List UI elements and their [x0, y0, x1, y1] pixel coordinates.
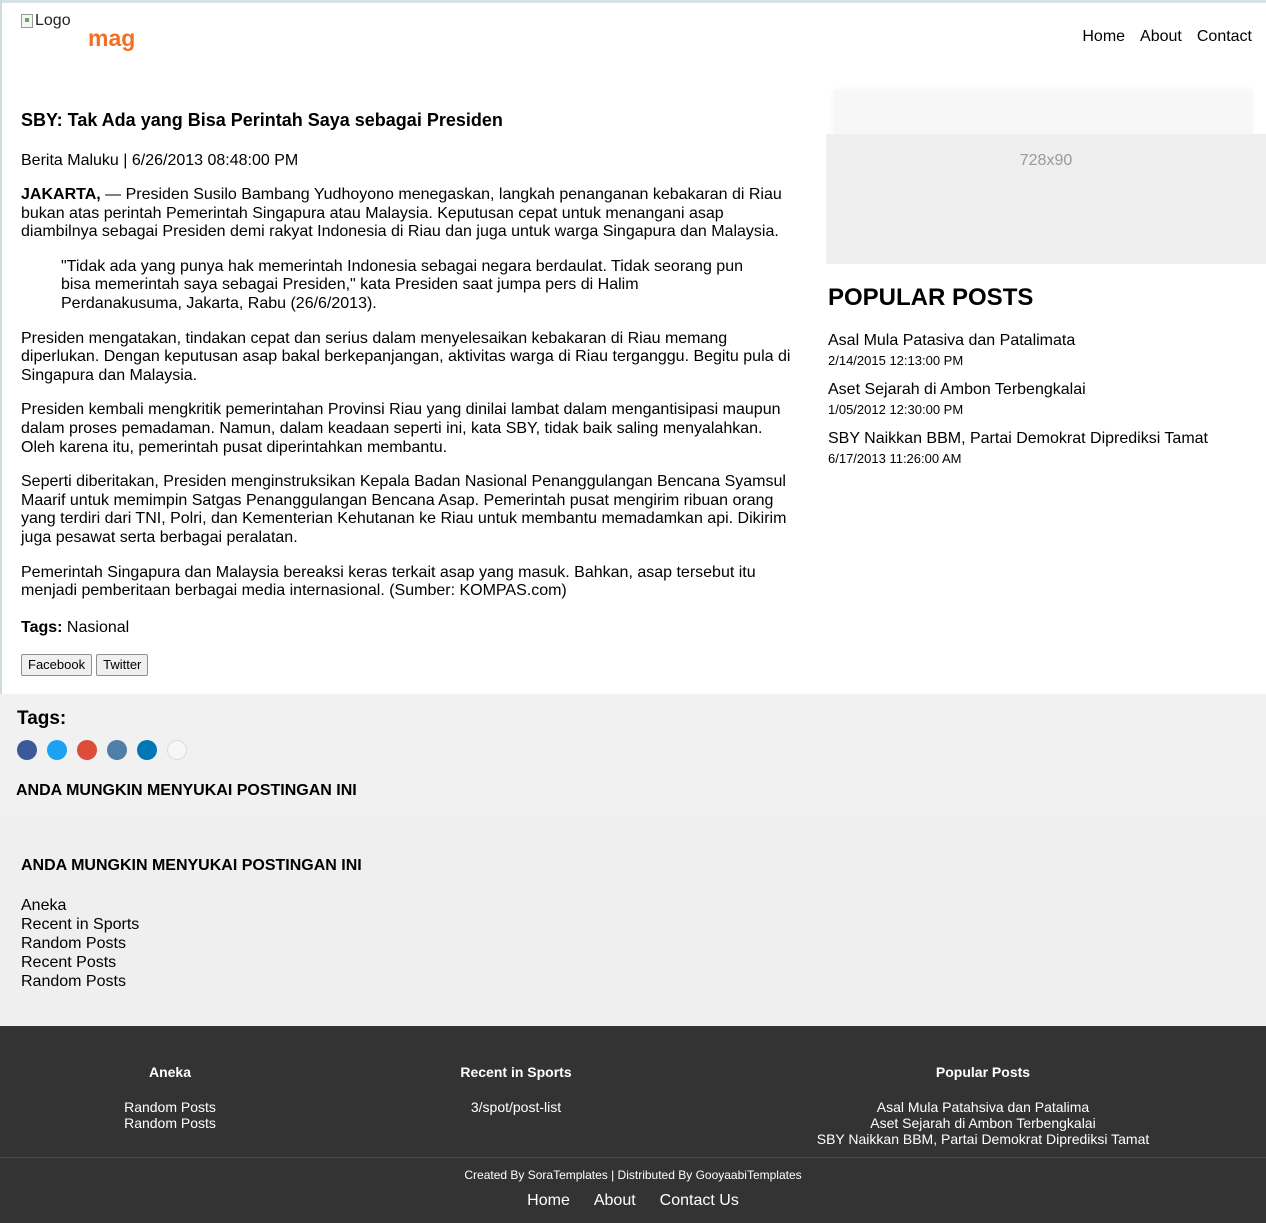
paragraph-1-text: — Presiden Susilo Bambang Yudhoyono mene… — [21, 186, 782, 241]
popular-post-item: SBY Naikkan BBM, Partai Demokrat Dipredi… — [828, 430, 1248, 466]
popular-post-date: 2/14/2015 12:13:00 PM — [828, 353, 964, 368]
popular-post-title[interactable]: Asal Mula Patasiva dan Patalimata — [828, 332, 1248, 350]
related-item[interactable]: Recent Posts — [21, 953, 139, 972]
footer-nav-contact[interactable]: Contact Us — [660, 1192, 739, 1210]
popular-post-date: 6/17/2013 11:26:00 AM — [828, 451, 962, 466]
related-posts-heading: ANDA MUNGKIN MENYUKAI POSTINGAN INI — [21, 857, 362, 874]
popular-posts-title: POPULAR POSTS — [828, 284, 1034, 311]
footer-credit: Created By SoraTemplates | Distributed B… — [464, 1168, 802, 1182]
footer-nav-about[interactable]: About — [594, 1192, 636, 1210]
nav-about[interactable]: About — [1140, 28, 1182, 46]
post-body: JAKARTA, — Presiden Susilo Bambang Yudho… — [21, 186, 793, 601]
related-item[interactable]: Random Posts — [21, 972, 139, 991]
tag-link[interactable]: Nasional — [62, 619, 129, 636]
related-item[interactable]: Recent in Sports — [21, 915, 139, 934]
ad-frame — [834, 90, 1252, 136]
footer-column-title: Popular Posts — [935, 1064, 1031, 1080]
post-tags: Tags: Nasional — [21, 619, 793, 637]
facebook-icon[interactable] — [17, 740, 37, 760]
twitter-icon[interactable] — [47, 740, 67, 760]
nav-contact[interactable]: Contact — [1197, 28, 1252, 46]
popular-post-item: Asal Mula Patasiva dan Patalimata 2/14/2… — [828, 332, 1248, 368]
top-border — [0, 0, 1266, 3]
more-share-icon[interactable] — [167, 740, 187, 760]
footer-link[interactable]: 3/spot/post-list — [416, 1099, 616, 1115]
popular-posts-list: Asal Mula Patasiva dan Patalimata 2/14/2… — [828, 332, 1248, 479]
logo-image[interactable]: Logo — [21, 12, 71, 30]
logo-alt-text: Logo — [35, 12, 71, 29]
tags-heading: Tags: — [17, 708, 67, 729]
paragraph-1: JAKARTA, — Presiden Susilo Bambang Yudho… — [21, 186, 793, 242]
footer-link[interactable]: Random Posts — [70, 1115, 270, 1131]
related-posts-section: ANDA MUNGKIN MENYUKAI POSTINGAN INI Anek… — [0, 816, 1266, 1026]
nav-home[interactable]: Home — [1082, 28, 1125, 46]
popular-post-date: 1/05/2012 12:30:00 PM — [828, 402, 964, 417]
footer-link[interactable]: Asal Mula Patahsiva dan Patalima — [783, 1099, 1183, 1115]
footer: Aneka Random Posts Random Posts Recent i… — [0, 1026, 1266, 1223]
paragraph-3: Presiden kembali mengkritik pemerintahan… — [21, 401, 781, 456]
footer-column-title: Aneka — [148, 1064, 192, 1080]
linkedin-icon[interactable] — [137, 740, 157, 760]
paragraph-4: Seperti diberitakan, Presiden menginstru… — [21, 473, 787, 546]
footer-column-sports: Recent in Sports 3/spot/post-list — [416, 1064, 616, 1115]
article: SBY: Tak Ada yang Bisa Perintah Saya seb… — [21, 110, 793, 676]
footer-column-aneka: Aneka Random Posts Random Posts — [70, 1064, 270, 1131]
related-heading: ANDA MUNGKIN MENYUKAI POSTINGAN INI — [16, 782, 357, 799]
footer-column-popular: Popular Posts Asal Mula Patahsiva dan Pa… — [783, 1064, 1183, 1147]
broken-image-icon — [21, 14, 33, 28]
brand-name[interactable]: mag — [88, 25, 135, 52]
dateline: JAKARTA, — [21, 186, 101, 203]
popular-post-title[interactable]: SBY Naikkan BBM, Partai Demokrat Dipredi… — [828, 430, 1248, 448]
footer-link[interactable]: Random Posts — [70, 1099, 270, 1115]
ad-banner[interactable]: 728x90 — [826, 134, 1266, 264]
related-posts-list: Aneka Recent in Sports Random Posts Rece… — [21, 896, 139, 991]
google-plus-icon[interactable] — [77, 740, 97, 760]
main-nav: Home About Contact — [1082, 28, 1252, 46]
footer-link[interactable]: Aset Sejarah di Ambon Terbengkalai — [783, 1115, 1183, 1131]
footer-link[interactable]: SBY Naikkan BBM, Partai Demokrat Dipredi… — [783, 1131, 1183, 1147]
facebook-share-button[interactable]: Facebook — [21, 653, 93, 676]
twitter-share-button[interactable]: Twitter — [96, 653, 149, 676]
tags-label: Tags: — [21, 618, 63, 636]
footer-column-title: Recent in Sports — [460, 1064, 572, 1080]
paragraph-2: Presiden mengatakan, tindakan cepat dan … — [21, 329, 791, 384]
tags-section: Tags: ANDA MUNGKIN MENYUKAI POSTINGAN IN… — [0, 694, 1266, 816]
share-buttons: Facebook Twitter — [21, 653, 793, 676]
social-share-dots — [17, 740, 187, 760]
related-item[interactable]: Random Posts — [21, 934, 139, 953]
footer-nav: Home About Contact Us — [0, 1192, 1266, 1210]
paragraph-5: Pemerintah Singapura dan Malaysia bereak… — [21, 563, 756, 600]
footer-nav-home[interactable]: Home — [527, 1192, 570, 1210]
tumblr-icon[interactable] — [107, 740, 127, 760]
related-item[interactable]: Aneka — [21, 896, 139, 915]
footer-divider — [0, 1157, 1266, 1158]
popular-post-item: Aset Sejarah di Ambon Terbengkalai 1/05/… — [828, 381, 1248, 417]
quote: "Tidak ada yang punya hak memerintah Ind… — [61, 257, 743, 312]
post-title: SBY: Tak Ada yang Bisa Perintah Saya seb… — [21, 110, 503, 130]
post-meta: Berita Maluku | 6/26/2013 08:48:00 PM — [21, 152, 299, 169]
popular-post-title[interactable]: Aset Sejarah di Ambon Terbengkalai — [828, 381, 1248, 399]
